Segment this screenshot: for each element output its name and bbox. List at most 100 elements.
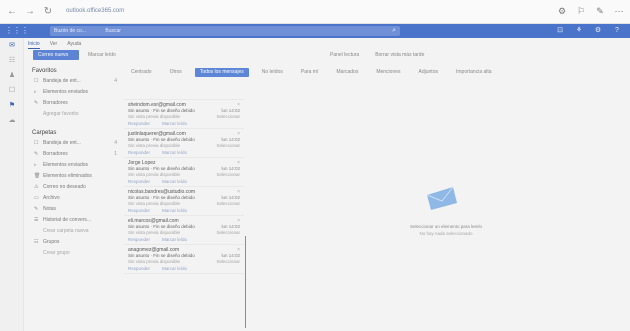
tab-view[interactable]: Ver [50, 39, 58, 49]
folder-item[interactable]: ✎ Borradores [28, 98, 123, 109]
mark-read-button[interactable]: Marcar leído [88, 51, 116, 60]
filter-button[interactable]: Marcados [331, 68, 363, 77]
quick-actions: Responder Marcar leído [128, 236, 240, 243]
select-link[interactable]: Seleccionar [216, 230, 240, 236]
settings-icon[interactable]: ⚙ [557, 6, 567, 16]
select-link[interactable]: Seleccionar [216, 143, 240, 149]
reply-button[interactable]: Responder [128, 120, 150, 127]
folder-item[interactable]: ▹ Elementos enviados [28, 87, 123, 98]
mark-read-action[interactable]: Marcar leído [162, 236, 187, 243]
more-icon[interactable]: ⋯ [614, 6, 624, 16]
folder-label: Notas [43, 206, 57, 212]
reply-button[interactable]: Responder [128, 178, 150, 185]
folders-heading[interactable]: Carpetas [32, 128, 123, 138]
folder-pane: Favoritos ☐ Bandeja de ent... 4 ▹ Elementos … [28, 66, 123, 259]
calendar-icon[interactable]: ☷ [0, 53, 24, 68]
envelope-icon [426, 186, 457, 210]
select-link[interactable]: Seleccionar [216, 259, 240, 265]
refresh-icon[interactable]: ↻ [42, 6, 54, 18]
tab-home[interactable]: Inicio [28, 39, 40, 49]
filter-button[interactable]: No leídos [257, 68, 288, 77]
reply-button[interactable]: Responder [128, 149, 150, 156]
folder-item[interactable]: ▹ Elementos enviados [28, 160, 123, 171]
help-icon[interactable]: ? [612, 26, 622, 36]
search-icon[interactable]: ⌕ [392, 26, 396, 36]
filter-button[interactable]: Otros [165, 68, 187, 77]
app-rail: ✉ ☷ ♟ ☐ ⚑ ☁ [0, 38, 24, 331]
message-row[interactable]: anagomez@gmail.com × Sin asunto · Fin se d… [124, 245, 244, 274]
mail-icon[interactable]: ✉ [0, 38, 24, 53]
reading-pane-option[interactable]: Panel lectura [330, 51, 359, 60]
folder-icon: ▹ [34, 162, 37, 168]
unread-count: 4 [114, 78, 117, 84]
folder-item[interactable]: ⚠ Correo no deseado [28, 182, 123, 193]
filter-button[interactable]: Menciones [371, 68, 405, 77]
select-link[interactable]: Seleccionar [216, 201, 240, 207]
select-link[interactable]: Seleccionar [216, 114, 240, 120]
reply-button[interactable]: Responder [128, 265, 150, 272]
folder-item[interactable]: ☐ Bandeja de ent... 4 [28, 138, 123, 149]
reply-button[interactable]: Responder [128, 236, 150, 243]
folder-label: Grupos [43, 239, 60, 245]
message-row[interactable]: sheindom.esr@gmail.com × Sin asunto · Fin … [124, 100, 244, 129]
new-mail-button[interactable]: Correo nuevo [33, 50, 79, 60]
ribbon-tabs: Inicio Ver Ayuda [28, 39, 81, 49]
filter-button[interactable]: Adjuntos [414, 68, 443, 77]
app-header: ⋮⋮⋮ Buzón de co... Buscar ⌕ ⊡ ⚘ ⚙ ? [0, 24, 630, 38]
back-icon[interactable]: ← [6, 6, 18, 18]
select-link[interactable]: Seleccionar [216, 172, 240, 178]
folder-item[interactable]: ☰ Historial de convers... [28, 215, 123, 226]
mark-read-action[interactable]: Marcar leído [162, 178, 187, 185]
quick-actions: Responder Marcar leído [128, 149, 240, 156]
folder-item[interactable]: Crear carpeta nueva [28, 226, 123, 237]
meet-icon[interactable]: ⊡ [555, 26, 565, 36]
forward-icon[interactable]: → [24, 6, 36, 18]
favorites-heading[interactable]: Favoritos [32, 66, 123, 76]
search-scope[interactable]: Buzón de co... [54, 26, 104, 36]
folder-item[interactable]: Crear grupo [28, 248, 123, 259]
list-scrollbar[interactable] [245, 236, 246, 328]
search-input[interactable]: Buzón de co... Buscar ⌕ [50, 26, 400, 36]
folder-item[interactable]: ▭ Archivo [28, 193, 123, 204]
tasks-icon[interactable]: ☐ [0, 83, 24, 98]
folder-item[interactable]: 🗑 Elementos eliminados [28, 171, 123, 182]
folder-label: Agregar favorito [43, 111, 79, 117]
app-launcher-icon[interactable]: ⋮⋮⋮ [5, 26, 29, 36]
folder-icon: ✎ [34, 151, 39, 157]
unread-count: 1 [114, 151, 117, 157]
address-bar[interactable]: outlook.office365.com [62, 5, 392, 18]
mark-read-action[interactable]: Marcar leído [162, 149, 187, 156]
browser-toolbar: ← → ↻ outlook.office365.com ⚙ ⚐ ✎ ⋯ [0, 0, 630, 24]
filter-button[interactable]: Todos los mensajes [194, 67, 249, 77]
message-row[interactable]: eli.marcos@gmail.com × Sin asunto · Fin se… [124, 216, 244, 245]
later-option[interactable]: Borrar vista más tarde [375, 51, 424, 60]
todo-icon[interactable]: ⚑ [0, 98, 24, 113]
notification-icon[interactable]: ⚘ [574, 26, 584, 36]
gear-icon[interactable]: ⚙ [593, 26, 603, 36]
folder-item[interactable]: ✎ Borradores 1 [28, 149, 123, 160]
filter-button[interactable]: Para mí [296, 68, 324, 77]
folder-label: Crear carpeta nueva [43, 228, 89, 234]
folder-item[interactable]: ☐ Bandeja de ent... 4 [28, 76, 123, 87]
people-icon[interactable]: ♟ [0, 68, 24, 83]
folder-item[interactable]: ☷ Grupos [28, 237, 123, 248]
onedrive-icon[interactable]: ☁ [0, 113, 24, 128]
message-row[interactable]: justinlaquerer@gmail.com × Sin asunto · Fi… [124, 129, 244, 158]
message-row[interactable] [124, 80, 244, 100]
message-row[interactable]: nicolas.bandres@ustudio.com × Sin asunto ·… [124, 187, 244, 216]
reply-button[interactable]: Responder [128, 207, 150, 214]
mark-read-action[interactable]: Marcar leído [162, 265, 187, 272]
folder-item[interactable]: Agregar favorito [28, 109, 123, 120]
filter-button[interactable]: Centrado [126, 68, 157, 77]
folder-label: Elementos eliminados [43, 173, 92, 179]
quick-actions: Responder Marcar leído [128, 265, 240, 272]
mark-read-action[interactable]: Marcar leído [162, 207, 187, 214]
tab-help[interactable]: Ayuda [67, 39, 81, 49]
filter-button[interactable]: Importancia alta [451, 68, 497, 77]
message-row[interactable]: Jorge Lopez × Sin asunto · Fin se diseño d… [124, 158, 244, 187]
mark-read-action[interactable]: Marcar leído [162, 120, 187, 127]
folder-item[interactable]: ✎ Notas [28, 204, 123, 215]
folder-icon: ▭ [34, 195, 39, 201]
edit-icon[interactable]: ✎ [595, 6, 605, 16]
flag-icon[interactable]: ⚐ [576, 6, 586, 16]
